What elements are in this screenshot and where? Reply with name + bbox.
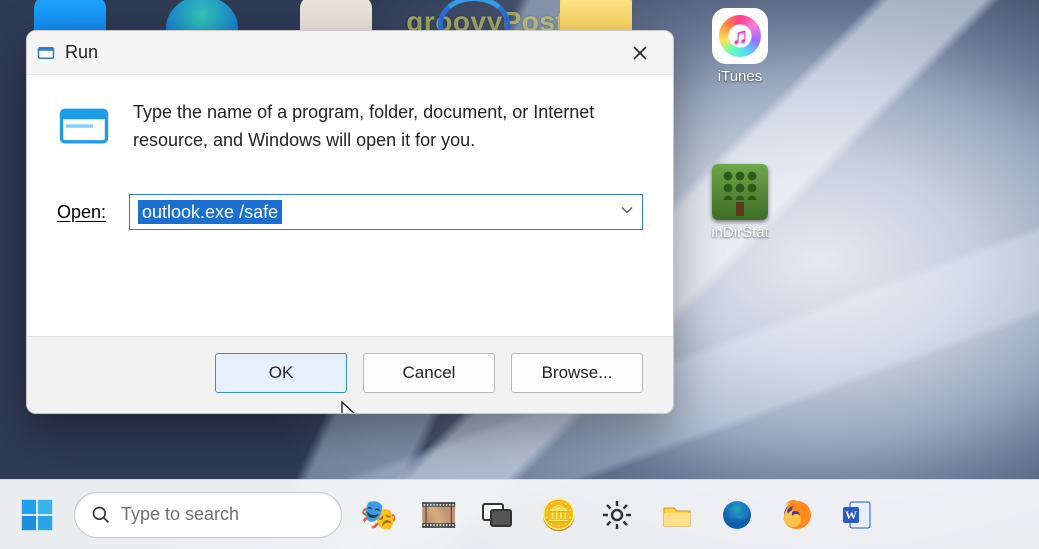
drama-masks-icon: 🎭 bbox=[360, 498, 394, 532]
cursor-icon bbox=[341, 401, 361, 414]
film-reel-icon: 🎞️ bbox=[420, 498, 454, 532]
desktop-icon-windirstat[interactable]: inDirStat bbox=[694, 164, 786, 241]
film-reel-app[interactable]: 🎞️ bbox=[412, 490, 462, 540]
task-view-button[interactable] bbox=[472, 490, 522, 540]
browse-button[interactable]: Browse... bbox=[511, 353, 643, 393]
titlebar[interactable]: Run bbox=[27, 31, 673, 75]
settings-gear-icon bbox=[600, 498, 634, 532]
file-explorer-app[interactable] bbox=[652, 490, 702, 540]
taskbar: Type to search 🎭 🎞️ 🪙 W bbox=[0, 479, 1039, 549]
edge-app[interactable] bbox=[712, 490, 762, 540]
desktop-icon-label: iTunes bbox=[694, 68, 786, 85]
word-app[interactable]: W bbox=[832, 490, 882, 540]
close-icon bbox=[632, 45, 648, 61]
start-icon bbox=[18, 496, 56, 534]
open-command-value: outlook.exe /safe bbox=[138, 200, 282, 224]
cancel-button[interactable]: Cancel bbox=[363, 353, 495, 393]
itunes-icon bbox=[712, 8, 768, 64]
run-dialog: Run Type the name of a program, folder, … bbox=[26, 30, 674, 414]
desktop-icon-itunes[interactable]: iTunes bbox=[694, 8, 786, 85]
firefox-icon bbox=[780, 498, 814, 532]
coins-app[interactable]: 🪙 bbox=[532, 490, 582, 540]
open-combobox[interactable]: outlook.exe /safe bbox=[129, 194, 643, 230]
dialog-title: Run bbox=[65, 42, 98, 63]
search-placeholder: Type to search bbox=[121, 504, 239, 525]
open-label: Open: bbox=[57, 202, 115, 223]
svg-text:W: W bbox=[845, 508, 857, 522]
windirstat-icon bbox=[712, 164, 768, 220]
taskbar-search[interactable]: Type to search bbox=[74, 492, 342, 538]
task-view-icon bbox=[480, 498, 514, 532]
search-icon bbox=[91, 505, 111, 525]
coin-stack-icon: 🪙 bbox=[540, 498, 574, 532]
desktop-icon-label: inDirStat bbox=[694, 224, 786, 241]
close-button[interactable] bbox=[617, 31, 663, 75]
file-explorer-icon bbox=[660, 498, 694, 532]
firefox-app[interactable] bbox=[772, 490, 822, 540]
drama-masks-app[interactable]: 🎭 bbox=[352, 490, 402, 540]
chevron-down-icon[interactable] bbox=[620, 203, 634, 222]
settings-app[interactable] bbox=[592, 490, 642, 540]
start-button[interactable] bbox=[10, 488, 64, 542]
word-icon: W bbox=[840, 498, 874, 532]
dialog-description: Type the name of a program, folder, docu… bbox=[133, 99, 643, 155]
ok-button[interactable]: OK bbox=[215, 353, 347, 393]
run-icon bbox=[57, 99, 111, 158]
edge-icon bbox=[720, 498, 754, 532]
run-titlebar-icon bbox=[37, 44, 55, 62]
